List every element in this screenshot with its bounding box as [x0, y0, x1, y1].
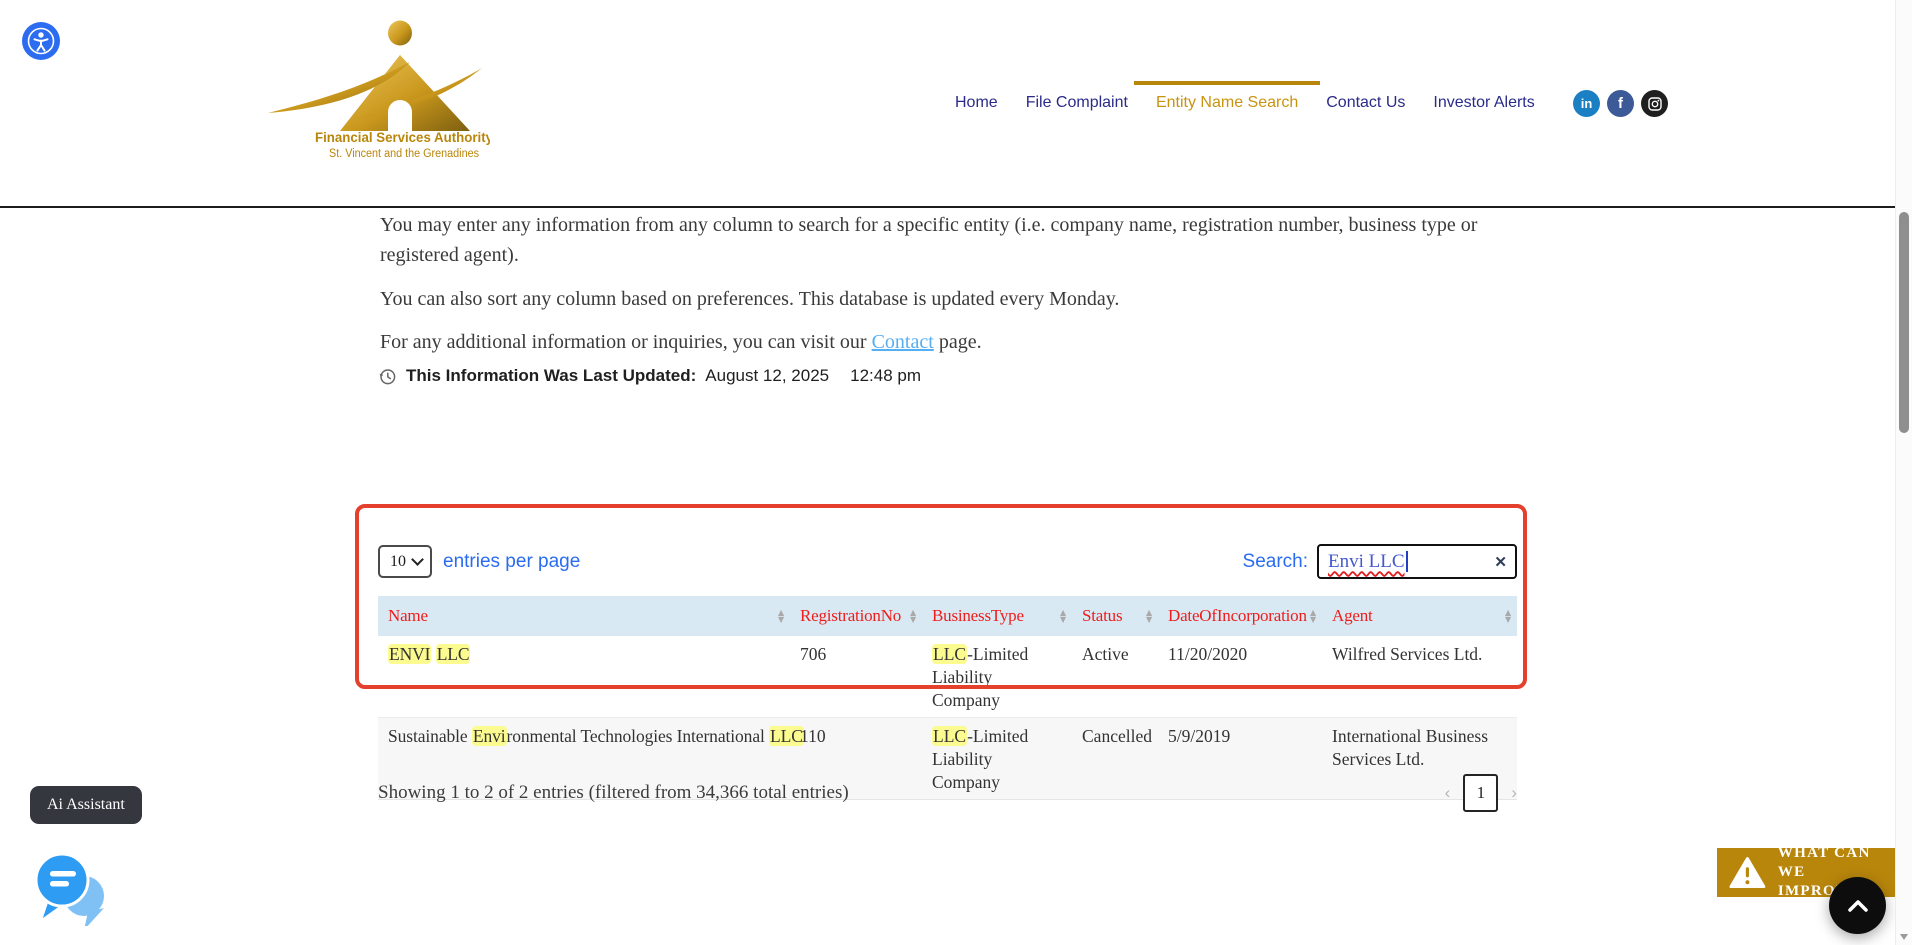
entries-per-page-label: entries per page — [443, 551, 580, 573]
sort-desc-icon: ▼ — [1310, 616, 1316, 623]
column-label: Name — [388, 606, 428, 625]
cell-status: Active — [1072, 636, 1158, 718]
page: You may enter any information from any c… — [0, 0, 1912, 945]
scrollbar-track[interactable] — [1895, 0, 1912, 945]
table-controls: 10 entries per page Search: Envi LLC ✕ — [378, 544, 1517, 579]
instagram-icon[interactable] — [1641, 90, 1668, 117]
column-label: Agent — [1332, 606, 1373, 625]
entries-per-page-select[interactable]: 10 — [378, 545, 432, 578]
logo-subtitle: St. Vincent and the Grenadines — [329, 148, 479, 160]
column-header-name[interactable]: Name ▲▼ — [378, 596, 790, 636]
sort-icons: ▲▼ — [1146, 609, 1152, 623]
logo-title: Financial Services Authority — [315, 129, 490, 145]
pagination-next-icon[interactable]: › — [1511, 783, 1517, 803]
search-label: Search: — [1243, 551, 1308, 573]
intro-paragraph-2: You can also sort any column based on pr… — [380, 284, 1505, 314]
facebook-icon[interactable]: f — [1607, 90, 1634, 117]
sort-icons: ▲▼ — [778, 609, 784, 623]
column-label: DateOfIncorporation — [1168, 606, 1307, 625]
entries-summary: Showing 1 to 2 of 2 entries (filtered fr… — [378, 782, 849, 804]
social-links: in f — [1573, 90, 1668, 117]
column-header-agent[interactable]: Agent ▲▼ — [1322, 596, 1517, 636]
cell-businesstype: LLC-Limited Liability Company — [922, 636, 1072, 718]
column-label: Status — [1082, 606, 1122, 625]
table-row: ENVI LLC 706 LLC-Limited Liability Compa… — [378, 636, 1517, 718]
column-header-status[interactable]: Status ▲▼ — [1072, 596, 1158, 636]
cell-name: ENVI LLC — [378, 636, 790, 718]
sort-desc-icon: ▼ — [910, 616, 916, 623]
site-header: Financial Services Authority St. Vincent… — [0, 0, 1912, 208]
column-label: BusinessType — [932, 606, 1024, 625]
cell-dateofincorporation: 11/20/2020 — [1158, 636, 1322, 718]
last-updated-label: This Information Was Last Updated: — [406, 366, 696, 386]
contact-link[interactable]: Contact — [872, 331, 934, 353]
sort-icons: ▲▼ — [910, 609, 916, 623]
warning-triangle-icon — [1729, 856, 1766, 890]
search-area: Search: Envi LLC ✕ — [1243, 544, 1517, 579]
sort-desc-icon: ▼ — [1060, 616, 1066, 623]
cell-registrationno: 706 — [790, 636, 922, 718]
table-header-row: Name ▲▼ RegistrationNo ▲▼ BusinessType ▲▼ S… — [378, 596, 1517, 636]
fsa-logo[interactable]: Financial Services Authority St. Vincent… — [260, 8, 490, 165]
name-text: Sustainable — [388, 726, 472, 746]
accessibility-button[interactable] — [22, 22, 60, 60]
main-nav: Home File Complaint Entity Name Search C… — [955, 94, 1535, 112]
nav-item-home[interactable]: Home — [955, 94, 998, 112]
chevron-up-icon — [1847, 899, 1869, 912]
last-updated-time: 12:48 pm — [850, 366, 921, 386]
cell-agent: Wilfred Services Ltd. — [1322, 636, 1517, 718]
scrollbar-thumb[interactable] — [1899, 212, 1909, 433]
scrollbar-down-arrow-icon[interactable] — [1900, 934, 1908, 940]
nav-item-entity-name-search[interactable]: Entity Name Search — [1156, 94, 1298, 112]
ai-assistant-tooltip: Ai Assistant — [30, 786, 142, 824]
clear-search-icon[interactable]: ✕ — [1494, 553, 1507, 571]
entries-per-page-value: 10 — [390, 553, 406, 571]
linkedin-icon[interactable]: in — [1573, 90, 1600, 117]
intro-paragraph-3: For any additional information or inquir… — [380, 327, 1505, 357]
sort-desc-icon: ▼ — [1505, 616, 1511, 623]
scroll-to-top-button[interactable] — [1829, 877, 1886, 934]
name-text: ronmental Technologies International — [507, 726, 770, 746]
sort-icons: ▲▼ — [1310, 609, 1316, 623]
last-updated-row: This Information Was Last Updated: Augus… — [378, 366, 921, 386]
chevron-down-icon — [411, 553, 424, 566]
text-caret — [1406, 551, 1408, 572]
table-footer: Showing 1 to 2 of 2 entries (filtered fr… — [378, 774, 1517, 812]
nav-item-contact-us[interactable]: Contact Us — [1326, 94, 1405, 112]
column-label: RegistrationNo — [800, 606, 901, 625]
sort-icons: ▲▼ — [1060, 609, 1066, 623]
search-highlight: LLC — [932, 644, 967, 664]
nav-item-file-complaint[interactable]: File Complaint — [1026, 94, 1128, 112]
pagination-page-1[interactable]: 1 — [1463, 774, 1498, 812]
column-header-dateofincorporation[interactable]: DateOfIncorporation▲▼ — [1158, 596, 1322, 636]
last-updated-date: August 12, 2025 — [705, 366, 829, 386]
search-input-value: Envi LLC — [1328, 551, 1405, 573]
nav-item-investor-alerts[interactable]: Investor Alerts — [1433, 94, 1534, 112]
sort-desc-icon: ▼ — [778, 616, 784, 623]
accessibility-person-icon — [22, 22, 60, 60]
column-header-businesstype[interactable]: BusinessType ▲▼ — [922, 596, 1072, 636]
entity-table: Name ▲▼ RegistrationNo ▲▼ BusinessType ▲▼ S… — [378, 596, 1517, 800]
history-clock-icon — [378, 367, 397, 386]
column-header-registrationno[interactable]: RegistrationNo ▲▼ — [790, 596, 922, 636]
search-highlight: LLC — [769, 726, 804, 746]
search-highlight: ENVI — [388, 644, 431, 664]
search-input[interactable]: Envi LLC ✕ — [1317, 544, 1517, 579]
feedback-line-1: WHAT CAN — [1778, 844, 1897, 863]
chat-bubbles-icon — [26, 838, 110, 926]
intro-paragraph-3-text: For any additional information or inquir… — [380, 331, 872, 353]
search-highlight: LLC — [436, 644, 471, 664]
intro-paragraph-3-tail: page. — [934, 331, 982, 353]
search-highlight: Envi — [472, 726, 507, 746]
sort-desc-icon: ▼ — [1146, 616, 1152, 623]
intro-paragraph-1: You may enter any information from any c… — [380, 210, 1505, 270]
ai-assistant-chat-button[interactable] — [26, 838, 110, 926]
sort-icons: ▲▼ — [1505, 609, 1511, 623]
pagination-prev-icon[interactable]: ‹ — [1445, 783, 1451, 803]
search-highlight: LLC — [932, 726, 967, 746]
pagination: ‹ 1 › — [1445, 774, 1517, 812]
